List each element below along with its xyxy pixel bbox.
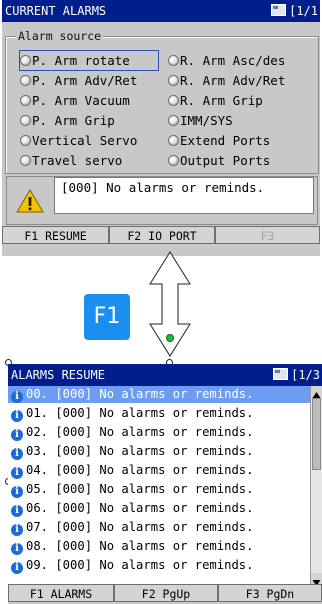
f3-pgdn-button[interactable]: F3 PgDn bbox=[218, 584, 322, 602]
scroll-down-arrow-icon[interactable] bbox=[311, 573, 322, 586]
f1-resume-button[interactable]: F1 RESUME bbox=[2, 226, 109, 244]
f1-key-badge: F1 bbox=[84, 294, 130, 340]
list-item[interactable]: i 00. [000] No alarms or reminds. bbox=[8, 386, 310, 403]
info-icon: i bbox=[11, 391, 23, 403]
warning-triangle-icon bbox=[16, 189, 44, 213]
option-p-arm-grip[interactable]: P. Arm Grip bbox=[20, 111, 115, 130]
option-extend-ports[interactable]: Extend Ports bbox=[168, 131, 270, 150]
title-bar: ALARMS RESUME [1/3 bbox=[8, 364, 322, 386]
alarms-resume-panel: ALARMS RESUME [1/3 i 00. [000] No alarms … bbox=[8, 364, 322, 604]
list-item[interactable]: i 01. [000] No alarms or reminds. bbox=[8, 405, 310, 422]
page-number: [1/3 bbox=[291, 368, 320, 382]
alarm-history-list: i 00. [000] No alarms or reminds. i 01. [0… bbox=[8, 386, 310, 584]
radio-icon bbox=[168, 55, 179, 66]
f2-pgup-button[interactable]: F2 PgUp bbox=[114, 584, 218, 602]
info-icon: i bbox=[11, 410, 23, 422]
list-item[interactable]: i 02. [000] No alarms or reminds. bbox=[8, 424, 310, 441]
list-item[interactable]: i 07. [000] No alarms or reminds. bbox=[8, 519, 310, 536]
radio-icon bbox=[20, 135, 31, 146]
double-arrow-icon bbox=[149, 251, 191, 357]
radio-icon bbox=[168, 115, 179, 126]
info-icon: i bbox=[11, 543, 23, 555]
option-p-arm-adv-ret[interactable]: P. Arm Adv/Ret bbox=[20, 71, 137, 90]
alarm-message: [000] No alarms or reminds. bbox=[54, 177, 314, 214]
option-travel-servo[interactable]: Travel servo bbox=[20, 151, 122, 170]
window-icon bbox=[273, 368, 289, 380]
window-icon bbox=[271, 4, 287, 16]
option-r-arm-asc-des[interactable]: R. Arm Asc/des bbox=[168, 51, 285, 70]
panel-title: CURRENT ALARMS bbox=[5, 4, 107, 18]
list-item[interactable]: i 09. [000] No alarms or reminds. bbox=[8, 557, 310, 574]
option-vertical-servo[interactable]: Vertical Servo bbox=[20, 131, 137, 150]
option-r-arm-adv-ret[interactable]: R. Arm Adv/Ret bbox=[168, 71, 285, 90]
list-item[interactable]: i 04. [000] No alarms or reminds. bbox=[8, 462, 310, 479]
option-output-ports[interactable]: Output Ports bbox=[168, 151, 270, 170]
list-scrollbar[interactable] bbox=[310, 386, 322, 586]
option-r-arm-grip[interactable]: R. Arm Grip bbox=[168, 91, 263, 110]
info-icon: i bbox=[11, 505, 23, 517]
info-icon: i bbox=[11, 486, 23, 498]
f2-io-port-button[interactable]: F2 IO PORT bbox=[109, 226, 215, 244]
scrollbar-thumb[interactable] bbox=[312, 398, 321, 470]
list-item[interactable]: i 03. [000] No alarms or reminds. bbox=[8, 443, 310, 460]
info-icon: i bbox=[11, 562, 23, 574]
info-icon: i bbox=[11, 467, 23, 479]
option-p-arm-vacuum[interactable]: P. Arm Vacuum bbox=[20, 91, 130, 110]
radio-icon bbox=[20, 115, 31, 126]
option-imm-sys[interactable]: IMM/SYS bbox=[168, 111, 233, 130]
radio-icon bbox=[20, 95, 31, 106]
option-p-arm-rotate[interactable]: P. Arm rotate bbox=[19, 50, 159, 71]
current-alarms-panel: CURRENT ALARMS [1/1 Alarm source P. Arm … bbox=[2, 0, 320, 256]
title-bar: CURRENT ALARMS [1/1 bbox=[2, 0, 320, 22]
f3-button[interactable]: F3 bbox=[215, 226, 320, 244]
page-indicator: [1/3 bbox=[273, 364, 320, 386]
radio-icon bbox=[20, 55, 31, 66]
page-indicator: [1/1 bbox=[271, 0, 318, 22]
list-item[interactable]: i 05. [000] No alarms or reminds. bbox=[8, 481, 310, 498]
radio-icon bbox=[20, 155, 31, 166]
radio-icon bbox=[168, 75, 179, 86]
radio-icon bbox=[20, 75, 31, 86]
radio-icon bbox=[168, 155, 179, 166]
function-key-bar: F1 ALARMS F2 PgUp F3 PgDn bbox=[8, 584, 322, 604]
radio-icon bbox=[168, 135, 179, 146]
page-number: [1/1 bbox=[289, 4, 318, 18]
list-item[interactable]: i 08. [000] No alarms or reminds. bbox=[8, 538, 310, 555]
function-key-bar: F1 RESUME F2 IO PORT F3 bbox=[2, 226, 320, 246]
info-icon: i bbox=[11, 429, 23, 441]
info-icon: i bbox=[11, 448, 23, 460]
scroll-up-arrow-icon[interactable] bbox=[311, 386, 322, 398]
f1-alarms-button[interactable]: F1 ALARMS bbox=[8, 584, 114, 602]
panel-title: ALARMS RESUME bbox=[11, 368, 105, 382]
info-icon: i bbox=[11, 524, 23, 536]
alarm-source-label: Alarm source bbox=[16, 29, 104, 43]
radio-icon bbox=[168, 95, 179, 106]
list-item[interactable]: i 06. [000] No alarms or reminds. bbox=[8, 500, 310, 517]
